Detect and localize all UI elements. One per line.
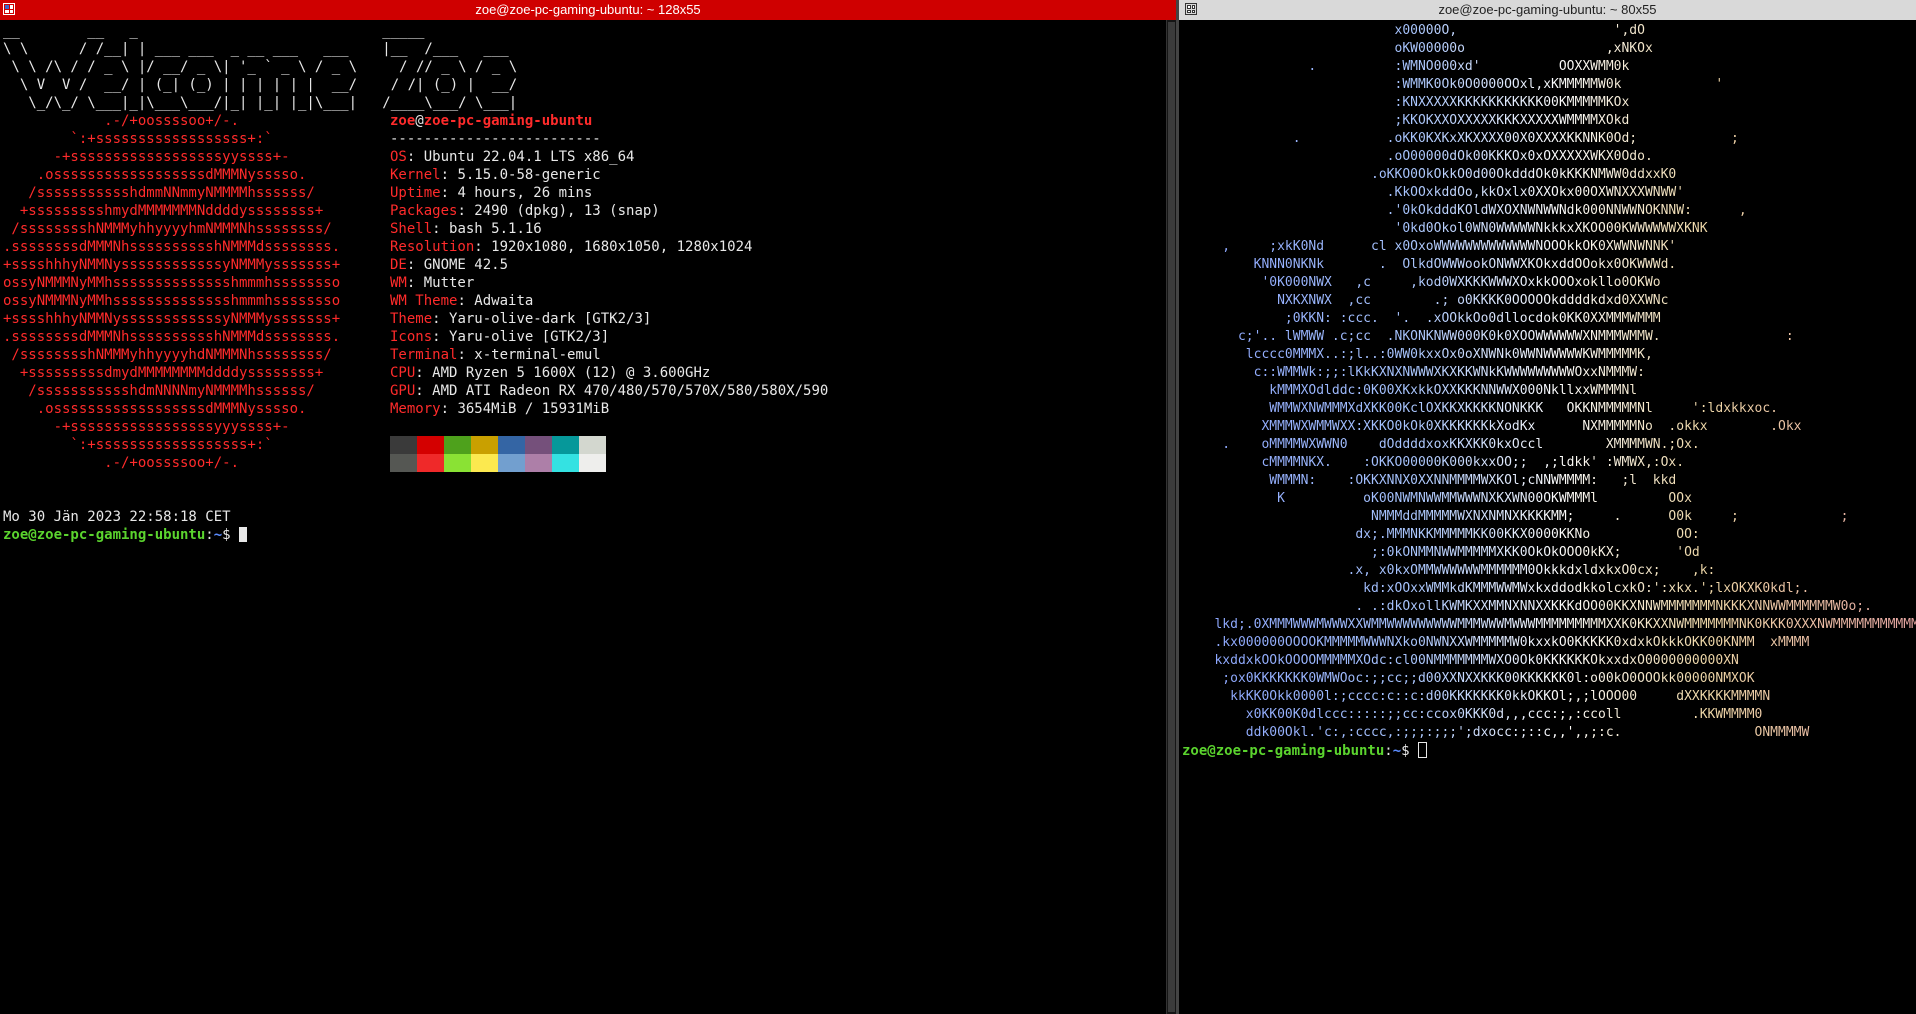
palette-swatch — [471, 436, 498, 454]
prompt-path: ~ — [213, 527, 223, 543]
info-value: bash 5.1.16 — [449, 221, 542, 237]
info-value: 4 hours, 26 mins — [457, 185, 593, 201]
info-key: DE — [390, 257, 407, 273]
info-row: Packages: 2490 (dpkg), 13 (snap) — [390, 203, 660, 219]
info-value: 3654MiB / 15931MiB — [457, 401, 610, 417]
palette-swatch — [552, 454, 579, 472]
palette-swatch — [417, 436, 444, 454]
palette-swatch — [525, 436, 552, 454]
prompt-path: ~ — [1392, 743, 1402, 759]
info-key: GPU — [390, 383, 416, 399]
info-key: Resolution — [390, 239, 475, 255]
info-value: 5.15.0-58-generic — [457, 167, 601, 183]
titlebar-right[interactable]: zoe@zoe-pc-gaming-ubuntu: ~ 80x55 — [1179, 0, 1916, 20]
info-row: DE: GNOME 42.5 — [390, 257, 509, 273]
info-row: Kernel: 5.15.0-58-generic — [390, 167, 601, 183]
info-row: Theme: Yaru-olive-dark [GTK2/3] — [390, 311, 652, 327]
info-value: 1920x1080, 1680x1050, 1280x1024 — [491, 239, 753, 255]
terminal-window-right[interactable]: zoe@zoe-pc-gaming-ubuntu: ~ 80x55 x00000… — [1179, 0, 1916, 1014]
prompt-userhost: zoe@zoe-pc-gaming-ubuntu — [1182, 743, 1385, 759]
terminal-window-left[interactable]: zoe@zoe-pc-gaming-ubuntu: ~ 128x55 __ __… — [0, 0, 1176, 1014]
info-row: OS: Ubuntu 22.04.1 LTS x86_64 — [390, 149, 635, 165]
palette-swatch — [525, 454, 552, 472]
info-value: AMD ATI Radeon RX 470/480/570/570X/580/5… — [432, 383, 829, 399]
info-key: Memory — [390, 401, 441, 417]
info-header: zoe@zoe-pc-gaming-ubuntu — [390, 112, 828, 130]
info-row: GPU: AMD ATI Radeon RX 470/480/570/570X/… — [390, 383, 829, 399]
titlebar-left[interactable]: zoe@zoe-pc-gaming-ubuntu: ~ 128x55 — [0, 0, 1176, 20]
info-key: Theme — [390, 311, 433, 327]
palette-swatch — [444, 454, 471, 472]
info-key: Icons — [390, 329, 433, 345]
info-row: WM Theme: Adwaita — [390, 293, 534, 309]
info-host: zoe-pc-gaming-ubuntu — [423, 113, 593, 129]
info-value: GNOME 42.5 — [423, 257, 509, 273]
info-separator: ------------------------- — [390, 131, 601, 147]
info-row: Resolution: 1920x1080, 1680x1050, 1280x1… — [390, 239, 753, 255]
terminal-window-icon[interactable] — [3, 3, 15, 15]
palette-swatch — [390, 436, 417, 454]
info-row: CPU: AMD Ryzen 5 1600X (12) @ 3.600GHz — [390, 365, 711, 381]
text-cursor — [239, 527, 248, 542]
info-key: Packages — [390, 203, 458, 219]
palette-swatch — [444, 436, 471, 454]
shell-prompt[interactable]: zoe@zoe-pc-gaming-ubuntu:~$ — [1182, 742, 1428, 760]
window-title: zoe@zoe-pc-gaming-ubuntu: ~ 128x55 — [475, 2, 701, 17]
info-rows: OS: Ubuntu 22.04.1 LTS x86_64 Kernel: 5.1… — [390, 148, 828, 418]
info-key: OS — [390, 149, 407, 165]
shell-prompt[interactable]: zoe@zoe-pc-gaming-ubuntu:~$ — [3, 526, 248, 544]
info-row: WM: Mutter — [390, 275, 475, 291]
terminal-window-icon[interactable] — [1185, 3, 1197, 15]
info-key: Uptime — [390, 185, 441, 201]
info-row: Memory: 3654MiB / 15931MiB — [390, 401, 610, 417]
scrollbar-thumb[interactable] — [1168, 22, 1175, 1012]
prompt-symbol: $ — [222, 527, 240, 543]
window-title: zoe@zoe-pc-gaming-ubuntu: ~ 80x55 — [1438, 2, 1657, 17]
info-row: Shell: bash 5.1.16 — [390, 221, 542, 237]
info-value: Yaru-olive-dark [GTK2/3] — [449, 311, 652, 327]
palette-swatch — [390, 454, 417, 472]
info-value: Ubuntu 22.04.1 LTS x86_64 — [423, 149, 635, 165]
info-value: x-terminal-emul — [474, 347, 601, 363]
palette-swatch — [552, 436, 579, 454]
info-value: Yaru-olive [GTK2/3] — [449, 329, 610, 345]
info-key: Terminal — [390, 347, 458, 363]
info-row: Icons: Yaru-olive [GTK2/3] — [390, 329, 610, 345]
ascii-art-output: x00000O, ',dO oKW00000o ,xNKOx . :WMNO00… — [1191, 22, 1916, 742]
info-key: Kernel — [390, 167, 441, 183]
info-at: @ — [415, 113, 424, 129]
info-user: zoe — [390, 113, 416, 129]
text-cursor — [1418, 742, 1428, 758]
prompt-symbol: $ — [1401, 743, 1419, 759]
info-key: WM — [390, 275, 407, 291]
ubuntu-ascii-logo: .-/+oossssoo+/-. `:+ssssssssssssssssss+:… — [3, 113, 341, 471]
scrollbar-left[interactable] — [1166, 20, 1176, 1014]
info-key: Shell — [390, 221, 433, 237]
palette-swatch — [579, 454, 606, 472]
prompt-userhost: zoe@zoe-pc-gaming-ubuntu — [3, 527, 206, 543]
system-info-panel: zoe@zoe-pc-gaming-ubuntu ---------------… — [390, 112, 828, 418]
welcome-banner: __ __ _ _____ \ \ / /__| | ___ ___ _ __ … — [3, 23, 518, 111]
info-row: Terminal: x-terminal-emul — [390, 347, 601, 363]
palette-swatch — [417, 454, 444, 472]
palette-swatch — [498, 454, 525, 472]
info-key: WM Theme — [390, 293, 458, 309]
info-value: Mutter — [423, 275, 475, 291]
info-value: 2490 (dpkg), 13 (snap) — [474, 203, 660, 219]
color-palette — [390, 436, 606, 472]
palette-swatch — [498, 436, 525, 454]
info-value: AMD Ryzen 5 1600X (12) @ 3.600GHz — [432, 365, 711, 381]
info-value: Adwaita — [474, 293, 534, 309]
info-row: Uptime: 4 hours, 26 mins — [390, 185, 593, 201]
palette-swatch — [471, 454, 498, 472]
date-output: Mo 30 Jän 2023 22:58:18 CET — [3, 509, 231, 525]
info-key: CPU — [390, 365, 416, 381]
palette-swatch — [579, 436, 606, 454]
